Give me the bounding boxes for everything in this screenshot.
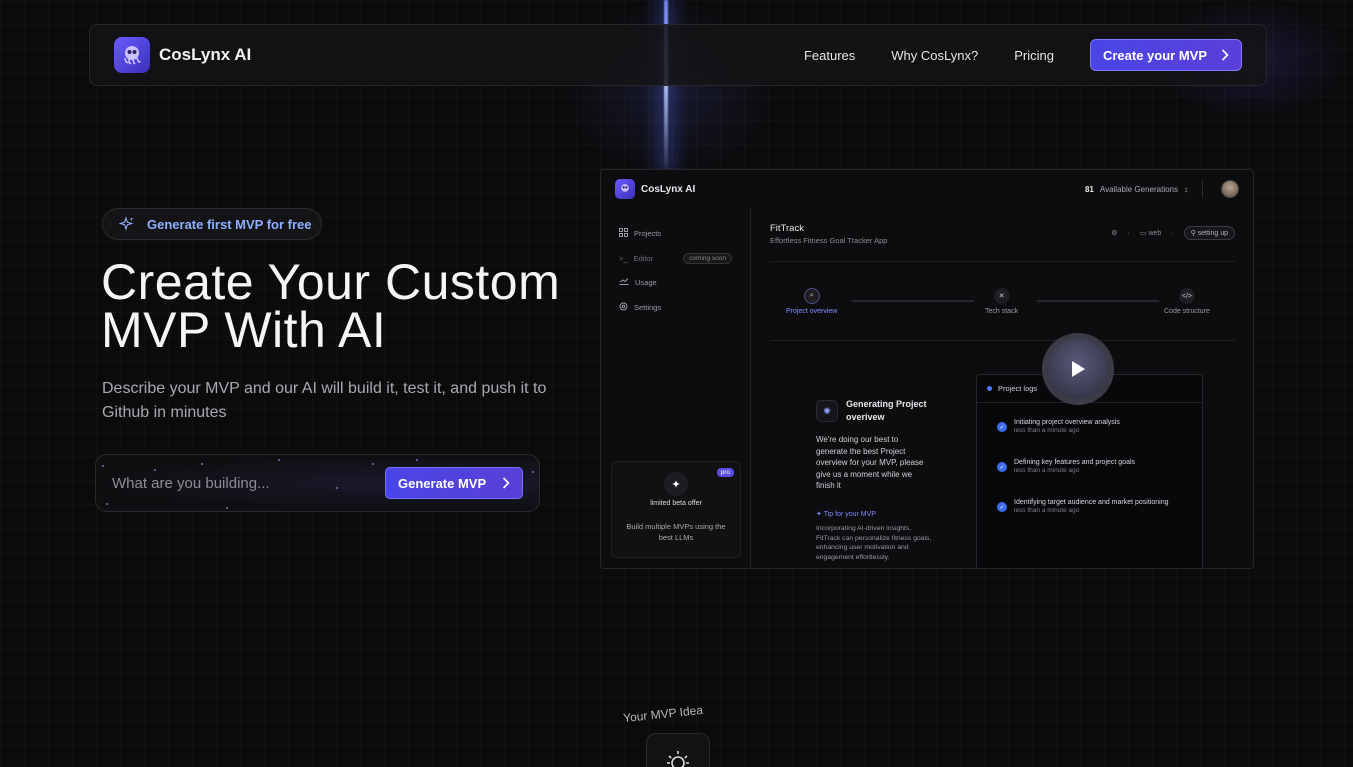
divider (1202, 180, 1203, 198)
preview-main: FitTrack Effortless Fitness Goal Tracker… (752, 208, 1253, 568)
log-text: Initiating project overview analysis (1014, 419, 1120, 426)
sidebar-item-editor[interactable]: >_ Editor coming soon (619, 253, 733, 264)
hero-subtitle: Describe your MVP and our AI will build … (102, 380, 547, 421)
log-text: Defining key features and project goals (1014, 459, 1136, 466)
nav-links: Features Why CosLynx? Pricing Create you… (804, 39, 1242, 71)
platform-tag: ▭ web (1139, 230, 1162, 237)
terminal-icon: >_ (619, 254, 628, 263)
hero-title: Create Your Custom MVP With AI (101, 254, 561, 358)
coming-soon-badge: coming soon (683, 253, 733, 264)
log-text: Identifying target audience and market p… (1014, 499, 1169, 506)
generating-title: Generating Project overivew (846, 399, 927, 422)
log-time: less than a minute ago (1014, 467, 1080, 474)
sidebar-item-usage[interactable]: Usage (619, 277, 657, 287)
nav-link-features[interactable]: Features (804, 48, 855, 63)
preview-sidebar: Projects >_ Editor coming soon Usage Set… (601, 208, 751, 568)
available-generations[interactable]: 81 Available Generations ↕ (1085, 185, 1188, 194)
beta-title: limited beta offer (650, 500, 702, 507)
settings-icon[interactable]: ⚙ (1111, 229, 1117, 237)
sidebar-item-settings[interactable]: Settings (619, 302, 661, 313)
chevron-right-icon (1221, 49, 1229, 61)
divider (770, 261, 1235, 262)
sparkles-icon: ✦ (664, 472, 688, 496)
check-icon: ✓ (997, 422, 1007, 432)
logs-title: Project logs (998, 384, 1038, 393)
sidebar-item-label: Projects (634, 229, 662, 238)
free-mvp-pill: Generate first MVP for free (102, 208, 322, 240)
project-logs-panel: Project logs ✓ Initiating project overvi… (976, 374, 1203, 568)
tip-body: Incorporating AI-driven insights, FitTra… (816, 525, 932, 561)
preview-brand: CosLynx AI (641, 183, 696, 195)
status-dot (987, 386, 992, 391)
sidebar-item-label: Editor (633, 254, 654, 263)
create-mvp-label: Create your MVP (1102, 47, 1207, 63)
step-code-structure[interactable]: </> Code structure (1164, 288, 1210, 315)
gear-icon (619, 302, 628, 313)
generations-count: 81 (1084, 184, 1094, 194)
search-icon: ⌕ (803, 288, 820, 304)
user-avatar[interactable] (1221, 180, 1239, 198)
dot-separator: · (1127, 229, 1130, 237)
chevron-right-icon (503, 477, 510, 489)
sort-arrows-icon: ↕ (1184, 184, 1188, 194)
log-item: ✓ Initiating project overview analysis l… (997, 419, 1120, 434)
dot-separator: · (1171, 229, 1174, 237)
beta-text: Build multiple MVPs using the best LLMs (626, 522, 726, 542)
chart-icon (619, 277, 629, 287)
navbar: CosLynx AI Features Why CosLynx? Pricing… (89, 24, 1267, 86)
logo-icon[interactable] (114, 37, 150, 73)
tip-text: Tip for your MVP (823, 511, 876, 518)
step-track (852, 300, 974, 302)
grid-icon (619, 228, 628, 239)
step-label: Code structure (1164, 308, 1210, 315)
sparkles-icon (119, 216, 134, 231)
check-icon: ✓ (997, 502, 1007, 512)
generate-mvp-label: Generate MVP (398, 475, 487, 491)
mvp-prompt-box: Generate MVP (95, 454, 540, 512)
project-tools: ⚙ · ▭ web · ⚲ setting up (1111, 226, 1235, 240)
brand-name[interactable]: CosLynx AI (159, 45, 251, 65)
preview-topbar: CosLynx AI 81 Available Generations ↕ (601, 170, 1253, 208)
nav-link-pricing[interactable]: Pricing (1014, 48, 1054, 63)
generate-mvp-button[interactable]: Generate MVP (385, 467, 523, 499)
sidebar-item-label: Usage (635, 277, 657, 287)
beta-offer-card[interactable]: pro ✦ limited beta offer Build multiple … (611, 461, 741, 558)
step-label: Project overview (786, 308, 838, 315)
platform-label: web (1148, 230, 1162, 237)
status-label: setting up (1197, 230, 1228, 237)
loader-icon: ✺ (816, 400, 838, 422)
log-time: less than a minute ago (1014, 507, 1080, 514)
tip-label: ✦ Tip for your MVP (816, 511, 876, 518)
step-project-overview[interactable]: ⌕ Project overview (786, 288, 837, 315)
create-mvp-button[interactable]: Create your MVP (1089, 39, 1242, 71)
generating-body: We're doing our best to generate the bes… (816, 435, 924, 490)
status-badge: ⚲ setting up (1183, 226, 1235, 240)
step-tech-stack[interactable]: ✕ Tech stack (985, 288, 1018, 315)
sidebar-item-label: Settings (634, 303, 662, 312)
sidebar-item-projects[interactable]: Projects (619, 228, 661, 239)
pro-badge: pro (716, 468, 734, 477)
play-icon (1072, 361, 1085, 377)
nav-link-why[interactable]: Why CosLynx? (891, 48, 978, 63)
project-title: FitTrack (770, 223, 804, 234)
mvp-idea-input[interactable] (112, 474, 372, 492)
mvp-idea-label: Your MVP Idea (622, 702, 704, 726)
app-preview: CosLynx AI 81 Available Generations ↕ Pr… (600, 169, 1254, 569)
code-icon: </> (1178, 288, 1195, 304)
log-time: less than a minute ago (1014, 427, 1080, 434)
log-item: ✓ Defining key features and project goal… (997, 459, 1135, 474)
check-icon: ✓ (997, 462, 1007, 472)
divider (770, 340, 1235, 341)
pill-label: Generate first MVP for free (147, 216, 312, 232)
play-video-button[interactable] (1042, 333, 1114, 405)
step-track (1037, 300, 1159, 302)
project-subtitle: Effortless Fitness Goal Tracker App (770, 236, 888, 245)
generations-label: Available Generations (1099, 184, 1178, 194)
lightbulb-icon (667, 751, 689, 767)
preview-logo-icon (615, 179, 635, 199)
idea-icon-card (646, 733, 710, 767)
tools-icon: ✕ (993, 288, 1010, 304)
log-item: ✓ Identifying target audience and market… (997, 499, 1169, 514)
step-label: Tech stack (985, 308, 1019, 315)
